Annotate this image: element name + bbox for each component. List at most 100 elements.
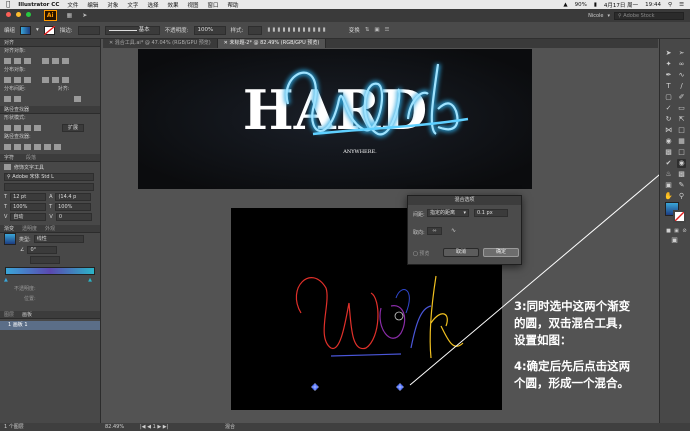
layers-tab[interactable]: 图层	[4, 312, 14, 318]
vertical-scale-field[interactable]: 100%	[10, 203, 47, 211]
gradient-aspect-field[interactable]	[30, 256, 60, 264]
magic-wand-tool-icon[interactable]: ✦	[664, 60, 673, 69]
graphic-style-swatch[interactable]	[248, 25, 263, 35]
menu-help[interactable]: 帮助	[228, 1, 239, 9]
direct-selection-tool-icon[interactable]: ➣	[677, 49, 686, 58]
pen-tool-icon[interactable]: ✒	[664, 71, 673, 80]
date-label[interactable]: 4月17日 周一	[604, 1, 638, 9]
character-panel-header[interactable]: 字符 段落	[0, 154, 100, 162]
apple-icon[interactable]: 	[6, 0, 10, 9]
eyedropper-tool-icon[interactable]: ✔	[664, 159, 673, 168]
none-mode-icon[interactable]: ⊘	[680, 227, 689, 236]
minus-back-icon[interactable]	[54, 144, 61, 150]
intersect-icon[interactable]	[24, 125, 31, 131]
leading-field[interactable]: (14.4 p	[55, 193, 92, 201]
font-style-select[interactable]	[4, 183, 94, 191]
rectangle-tool-icon[interactable]: ▢	[664, 93, 673, 102]
curvature-tool-icon[interactable]: ∿	[677, 71, 686, 80]
minimize-window-icon[interactable]	[15, 12, 21, 17]
menu-list-icon[interactable]: ☰	[679, 2, 684, 8]
wifi-icon[interactable]: ▲	[563, 2, 567, 8]
artboard-list-item[interactable]: 1 画板 1	[0, 321, 100, 330]
appearance-tab[interactable]: 外观	[45, 226, 55, 232]
stroke-color-box[interactable]	[673, 210, 686, 223]
workspace-switcher[interactable]: Nicole	[588, 13, 603, 19]
distribute-vcenter-icon[interactable]	[14, 77, 21, 83]
align-icons[interactable]: ▮▮▮▮▮▮▮▮▮▮▮▮	[267, 27, 327, 33]
horizontal-spacing-icon[interactable]	[14, 96, 21, 102]
exclude-icon[interactable]	[34, 125, 41, 131]
gradient-slider[interactable]	[5, 267, 95, 275]
draw-mode-icon[interactable]: ▣	[670, 236, 679, 245]
stroke-style-select[interactable]: 基本	[104, 25, 160, 35]
transform-icon[interactable]: ⇅	[365, 27, 370, 33]
layers-panel-header[interactable]: 图层 画板	[0, 311, 100, 319]
gpu-icon[interactable]: ➤	[82, 12, 87, 19]
touch-type-tool-label[interactable]: 修饰文字工具	[14, 164, 44, 171]
gradient-thumbnail[interactable]	[4, 233, 16, 245]
align-left-icon[interactable]	[4, 58, 11, 64]
width-tool-icon[interactable]: ⋈	[664, 126, 673, 135]
hand-tool-icon[interactable]: ✋	[664, 192, 673, 201]
scale-tool-icon[interactable]: ⇱	[677, 115, 686, 124]
expand-button[interactable]: 扩展	[62, 124, 84, 132]
pathfinder-panel-header[interactable]: 路径查找器	[0, 106, 100, 114]
stock-search-input[interactable]: ⚲ Adobe Stock	[614, 11, 684, 20]
close-window-icon[interactable]	[6, 12, 11, 17]
perspective-grid-tool-icon[interactable]: ▦	[677, 137, 686, 146]
battery-label[interactable]: 90%	[575, 2, 587, 8]
align-hcenter-icon[interactable]	[14, 58, 21, 64]
distribute-right-icon[interactable]	[62, 77, 69, 83]
tracking-field[interactable]: 0	[55, 213, 92, 221]
tab-document-1[interactable]: ✕ 混合工具.ai* @ 47.04% (RGB/GPU 预览)	[103, 39, 218, 48]
selection-tool-icon[interactable]: ➤	[664, 49, 673, 58]
outline-icon[interactable]	[44, 144, 51, 150]
zoom-tool-icon[interactable]: ⚲	[677, 192, 686, 201]
touch-type-icon[interactable]	[4, 164, 11, 170]
align-panel-header[interactable]: 对齐	[0, 39, 100, 47]
menu-edit[interactable]: 编辑	[87, 1, 98, 9]
stroke-swatch[interactable]	[43, 25, 55, 35]
gradient-panel-header[interactable]: 渐变 透明度 外观	[0, 225, 100, 233]
opacity-field[interactable]: 100%	[193, 25, 226, 35]
artboard-navigator[interactable]: |◀ ◀ 1 ▶ ▶|	[140, 423, 168, 431]
zoom-window-icon[interactable]	[25, 12, 31, 17]
lasso-tool-icon[interactable]: ∞	[677, 60, 686, 69]
chevron-down-icon[interactable]: ▾	[36, 27, 39, 33]
crop-icon[interactable]	[34, 144, 41, 150]
vertical-spacing-icon[interactable]	[4, 96, 11, 102]
minus-front-icon[interactable]	[14, 125, 21, 131]
search-icon[interactable]: ⚲	[668, 2, 672, 8]
gradient-tool-icon[interactable]: □	[677, 148, 686, 157]
distribute-top-icon[interactable]	[4, 77, 11, 83]
menu-object[interactable]: 对象	[107, 1, 118, 9]
menu-effect[interactable]: 效果	[167, 1, 178, 9]
paintbrush-tool-icon[interactable]: ✐	[677, 93, 686, 102]
shape-builder-tool-icon[interactable]: ◉	[664, 137, 673, 146]
paragraph-tab[interactable]: 段落	[26, 155, 36, 161]
chevron-down-icon[interactable]: ▾	[607, 13, 610, 19]
menu-view[interactable]: 视图	[187, 1, 198, 9]
type-tool-icon[interactable]: T	[664, 82, 673, 91]
fill-swatch[interactable]	[20, 25, 32, 35]
isolate-icon[interactable]: ▣	[374, 27, 379, 33]
font-family-select[interactable]: ⚲ Adobe 宋体 Std L	[4, 173, 94, 181]
align-right-icon[interactable]	[24, 58, 31, 64]
free-transform-tool-icon[interactable]: □	[677, 126, 686, 135]
align-to-selection-icon[interactable]	[74, 96, 81, 102]
align-vcenter-icon[interactable]	[52, 58, 59, 64]
eraser-tool-icon[interactable]: ▭	[677, 104, 686, 113]
zoom-field[interactable]: 82.49%	[105, 423, 124, 431]
time-label[interactable]: 19:44	[645, 2, 661, 8]
gradient-stop-left[interactable]: ▲	[4, 277, 8, 283]
artboards-tab[interactable]: 画板	[22, 312, 32, 318]
blend-circle-left[interactable]	[311, 383, 319, 391]
distribute-bottom-icon[interactable]	[24, 77, 31, 83]
slice-tool-icon[interactable]: ✎	[677, 181, 686, 190]
mesh-tool-icon[interactable]: ▩	[664, 148, 673, 157]
column-graph-tool-icon[interactable]: ▩	[677, 170, 686, 179]
gradient-type-select[interactable]: 线性	[33, 235, 84, 243]
app-name-menu[interactable]: Illustrator CC	[18, 2, 59, 8]
line-tool-icon[interactable]: /	[677, 82, 686, 91]
menu-file[interactable]: 文件	[67, 1, 78, 9]
